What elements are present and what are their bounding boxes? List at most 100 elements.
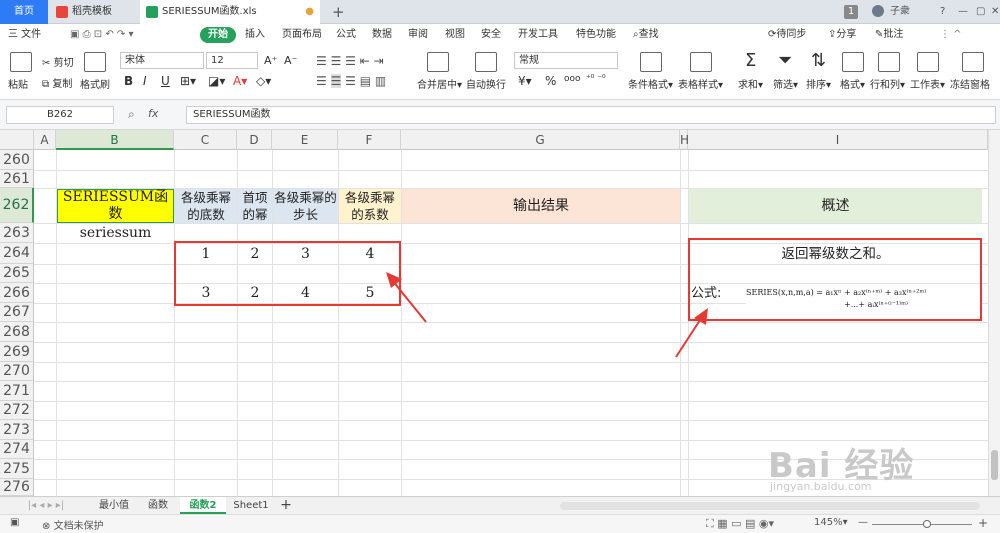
close-icon[interactable]: ✕ [991,0,999,24]
row-header-274[interactable]: 274 [0,440,34,459]
col-header-h[interactable]: H [680,130,689,150]
align-horizontal-icons[interactable]: ☰ ☰ ☰ ▤ ▥ [316,74,386,88]
cell-g262[interactable]: 输出结果 [402,189,680,223]
cut-button[interactable]: ✂ 剪切 [42,54,74,69]
menu-formula[interactable]: 公式 [336,27,356,43]
sheet-tab-func[interactable]: 函数 [138,497,178,514]
decimal-buttons[interactable]: ⁺⁰ ⁻⁰ [586,74,606,84]
thousands-button[interactable]: ooo [564,74,581,84]
row-header-268[interactable]: 268 [0,322,34,342]
row-col-button[interactable]: 行和列▾ [870,76,905,91]
bold-button[interactable]: B [124,74,133,88]
row-header-272[interactable]: 272 [0,401,34,420]
zoom-slider[interactable] [872,524,972,525]
view-mode-icons[interactable]: ⛶ ▦ ▭ ▤ ◉▾ [706,517,774,531]
vertical-scrollbar[interactable] [988,130,1000,496]
protect-status[interactable]: ⊗ 文档未保护 [42,517,104,532]
cell-f262[interactable]: 各级乘幂的系数 [339,189,401,223]
comment-button[interactable]: ✎批注 [875,27,903,43]
horizontal-scrollbar[interactable] [560,502,980,510]
paste-button[interactable]: 粘贴 [8,76,28,91]
col-header-e[interactable]: E [272,130,338,150]
zoom-out-button[interactable]: — [858,517,868,528]
cell-d262[interactable]: 首项的幂 [238,189,272,223]
select-all-corner[interactable] [0,130,34,150]
copy-button[interactable]: ⧉ 复制 [42,75,72,90]
italic-button[interactable]: I [143,74,147,88]
col-header-g[interactable]: G [401,130,680,150]
filter-button[interactable]: 筛选▾ [773,76,798,91]
row-header-263[interactable]: 263 [0,223,34,243]
tab-home[interactable]: 首页 [0,0,48,24]
username[interactable]: 子衆 [890,0,910,24]
freeze-panes-button[interactable]: 冻结窗格 [950,76,990,91]
cell-e262[interactable]: 各级乘幂的步长 [273,189,338,223]
col-header-b[interactable]: B [56,130,174,150]
wrap-icon[interactable] [475,52,497,72]
name-box[interactable]: B262 [6,106,114,124]
row-header-264[interactable]: 264 [0,243,34,264]
font-grow-button[interactable]: A⁺ [264,54,277,67]
fill-color-button[interactable]: ◪▾ [208,74,225,88]
search-button[interactable]: ⌕查找 [633,27,659,43]
fx-icon[interactable]: fx [148,107,158,120]
sum-button[interactable]: 求和▾ [738,76,763,91]
col-header-f[interactable]: F [338,130,401,150]
sort-button[interactable]: 排序▾ [806,76,831,91]
share-button[interactable]: ⇪分享 [828,27,856,43]
tab-document[interactable]: SERIESSUM函数.xls ● [140,0,320,24]
minimize-icon[interactable]: — [958,0,968,24]
zoom-lens-icon[interactable]: ⌕ [128,107,135,122]
format-icon[interactable] [842,52,864,72]
clear-format-button[interactable]: ◇▾ [256,74,271,88]
sheet-button[interactable]: 工作表▾ [910,76,945,91]
font-size-select[interactable]: 12 [206,52,258,69]
maximize-icon[interactable]: ▢ [976,0,985,24]
sheet-icon[interactable] [917,52,939,72]
filter-icon[interactable]: ⏷ [778,50,792,71]
table-style-icon[interactable] [690,52,712,72]
merge-icon[interactable] [427,52,449,72]
row-header-273[interactable]: 273 [0,420,34,440]
font-color-button[interactable]: A▾ [233,74,247,88]
sheet-nav-arrows[interactable]: |◂ ◂ ▸ ▸| [6,497,86,514]
row-col-icon[interactable] [878,52,900,72]
menu-security[interactable]: 安全 [481,27,501,43]
currency-button[interactable]: ¥▾ [518,74,532,88]
menu-start[interactable]: 开始 [200,27,236,43]
wrap-text-button[interactable]: 自动换行 [466,76,506,91]
underline-button[interactable]: U [161,74,170,88]
menu-data[interactable]: 数据 [372,27,392,43]
menu-page-layout[interactable]: 页面布局 [282,27,322,43]
menu-review[interactable]: 审阅 [408,27,428,43]
tab-template[interactable]: 稻壳模板 [50,0,138,24]
format-painter-button[interactable]: 格式刷 [80,76,110,91]
paste-icon[interactable] [10,52,32,72]
menu-developer[interactable]: 开发工具 [518,27,558,43]
merge-center-button[interactable]: 合并居中▾ [417,76,462,91]
sort-icon[interactable]: ⇅ [811,50,826,71]
menu-features[interactable]: 特色功能 [576,27,616,43]
row-header-269[interactable]: 269 [0,342,34,362]
add-sheet-button[interactable]: + [278,497,294,514]
formula-input[interactable]: SERIESSUM函数 [186,106,996,124]
scrollbar-thumb[interactable] [991,450,998,480]
cell-c262[interactable]: 各级乘幂的底数 [175,189,237,223]
sync-button[interactable]: ⟳待同步 [768,27,806,43]
window-count-badge[interactable]: 1 [844,5,858,19]
menu-view[interactable]: 视图 [445,27,465,43]
menu-insert[interactable]: 插入 [245,27,265,43]
cell-i262[interactable]: 概述 [689,189,982,223]
zoom-slider-thumb[interactable] [923,520,931,528]
align-top-icons[interactable]: ☰ ☰ ☰ ⇤ ⇥ [316,54,384,68]
row-header-265[interactable]: 265 [0,264,34,283]
new-tab-button[interactable]: + [332,0,348,24]
number-format-select[interactable]: 常规 [514,52,618,69]
format-button[interactable]: 格式▾ [840,76,865,91]
help-button[interactable]: ? [940,0,945,24]
sigma-icon[interactable]: Σ [745,50,756,71]
format-painter-icon[interactable] [84,52,106,72]
border-button[interactable]: ⊞▾ [180,74,196,88]
row-header-262[interactable]: 262 [0,188,34,223]
percent-button[interactable]: % [545,74,556,88]
